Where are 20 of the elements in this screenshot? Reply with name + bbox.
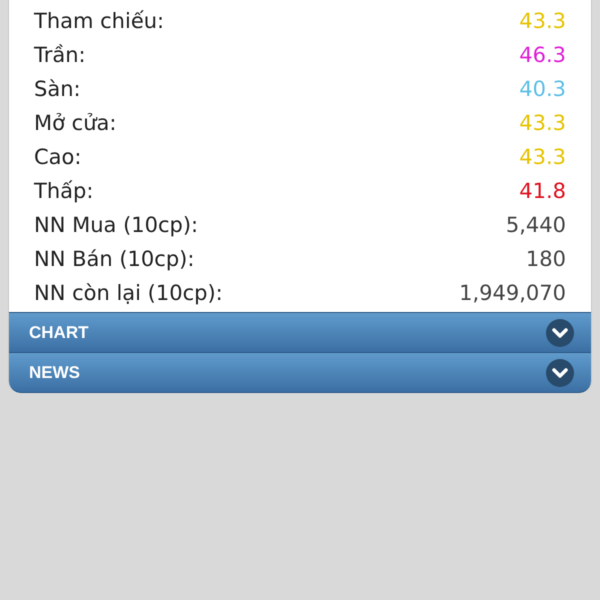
field-label: NN Bán (10cp): bbox=[34, 247, 194, 271]
field-value: 43.3 bbox=[519, 9, 566, 33]
field-label: Tham chiếu: bbox=[34, 9, 164, 33]
section-header[interactable]: CHART bbox=[9, 312, 591, 352]
field-label: Thấp: bbox=[34, 179, 94, 203]
field-label: Cao: bbox=[34, 145, 82, 169]
field-label: Sàn: bbox=[34, 77, 81, 101]
field-label: NN Mua (10cp): bbox=[34, 213, 198, 237]
field-label: Trần: bbox=[34, 43, 86, 67]
field-value: 1,949,070 bbox=[459, 281, 566, 305]
field-value: 46.3 bbox=[519, 43, 566, 67]
section-header[interactable]: NEWS bbox=[9, 352, 591, 393]
field-value: 180 bbox=[526, 247, 566, 271]
field-label: NN còn lại (10cp): bbox=[34, 281, 223, 305]
field-value: 5,440 bbox=[506, 213, 566, 237]
field-value: 40.3 bbox=[519, 77, 566, 101]
field-value: 43.3 bbox=[519, 111, 566, 135]
field-value: 43.3 bbox=[519, 145, 566, 169]
field-value: 41.8 bbox=[519, 179, 566, 203]
field-label: Mở cửa: bbox=[34, 111, 116, 135]
